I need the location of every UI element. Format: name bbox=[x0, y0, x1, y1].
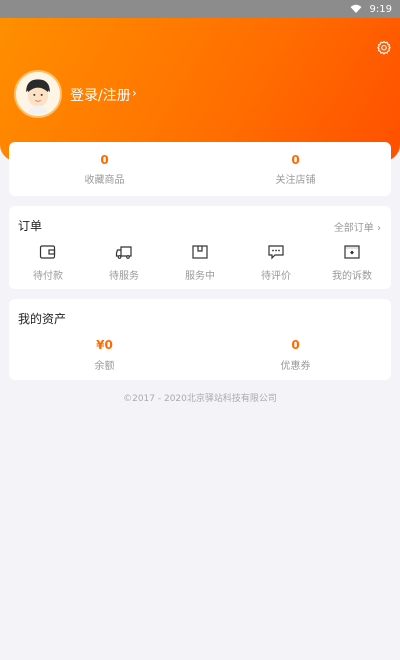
order-status-row: 待付款 待服务 服务中 待评价 我的诉数 bbox=[9, 244, 391, 282]
order-in-service[interactable]: 服务中 bbox=[167, 244, 233, 282]
assets-title: 我的资产 bbox=[18, 312, 67, 326]
wifi-icon bbox=[350, 4, 362, 13]
orders-title: 订单 bbox=[18, 219, 43, 233]
order-complaints[interactable]: 我的诉数 bbox=[319, 244, 385, 282]
followed-stores-label: 关注店铺 bbox=[275, 174, 316, 186]
order-item-label: 待评价 bbox=[261, 271, 291, 282]
balance-value: ¥0 bbox=[96, 338, 113, 352]
balance[interactable]: ¥0 余额 bbox=[9, 338, 200, 372]
all-orders-link[interactable]: 全部订单 › bbox=[334, 219, 381, 234]
avatar-illustration bbox=[16, 72, 60, 116]
status-bar: 9:19 bbox=[0, 0, 400, 18]
orders-card: 订单 全部订单 › 待付款 待服务 服务中 待评价 我的诉数 bbox=[9, 206, 391, 289]
favorite-products[interactable]: 0 收藏商品 bbox=[9, 142, 200, 196]
order-pending-service[interactable]: 待服务 bbox=[91, 244, 157, 282]
order-item-label: 待付款 bbox=[33, 271, 63, 282]
followed-stores[interactable]: 0 关注店铺 bbox=[200, 142, 391, 196]
chevron-right-icon: › bbox=[377, 223, 381, 234]
followed-stores-count: 0 bbox=[291, 152, 300, 167]
stats-card: 0 收藏商品 0 关注店铺 bbox=[9, 142, 391, 196]
order-item-label: 服务中 bbox=[185, 271, 215, 282]
favorite-products-label: 收藏商品 bbox=[84, 174, 125, 186]
coupons-value: 0 bbox=[291, 338, 300, 352]
chevron-right-icon: › bbox=[132, 86, 137, 100]
avatar[interactable] bbox=[14, 70, 62, 118]
gear-icon[interactable] bbox=[376, 40, 392, 56]
truck-icon bbox=[115, 246, 132, 259]
status-time: 9:19 bbox=[369, 3, 392, 15]
complaint-icon bbox=[344, 245, 360, 259]
order-item-label: 我的诉数 bbox=[332, 271, 372, 282]
assets-row: ¥0 余额 0 优惠券 bbox=[9, 338, 391, 372]
order-item-label: 待服务 bbox=[109, 271, 139, 282]
order-pending-payment[interactable]: 待付款 bbox=[15, 244, 81, 282]
balance-label: 余额 bbox=[94, 361, 115, 372]
coupons[interactable]: 0 优惠券 bbox=[200, 338, 391, 372]
favorite-products-count: 0 bbox=[100, 152, 109, 167]
copyright-text: ©2017 - 2020北京驿站科技有限公司 bbox=[123, 394, 277, 404]
order-pending-review[interactable]: 待评价 bbox=[243, 244, 309, 282]
coupons-label: 优惠券 bbox=[280, 361, 311, 372]
login-register-link[interactable]: 登录/注册 bbox=[70, 85, 131, 105]
comment-icon bbox=[268, 245, 284, 260]
assets-card: 我的资产 ¥0 余额 0 优惠券 bbox=[9, 299, 391, 380]
wallet-icon bbox=[39, 245, 56, 259]
all-orders-label: 全部订单 bbox=[333, 223, 374, 234]
box-icon bbox=[192, 245, 208, 259]
